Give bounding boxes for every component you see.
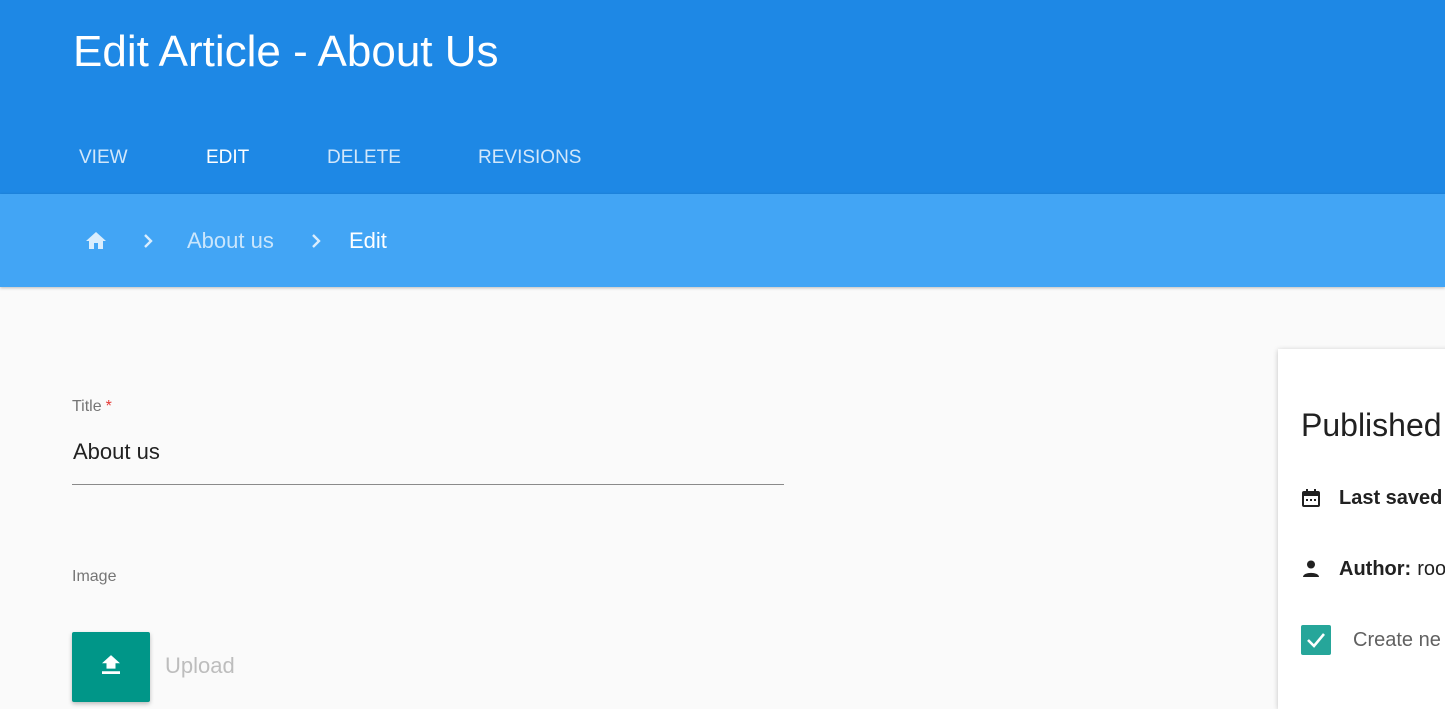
breadcrumb-item-about-us[interactable]: About us (187, 194, 274, 287)
author-label: Author: (1339, 557, 1412, 580)
breadcrumb-item-label[interactable]: About us (187, 228, 274, 254)
last-saved-label: Last saved (1339, 486, 1443, 509)
publish-card: Published Last saved Author: roo Create … (1278, 349, 1445, 709)
create-revision-checkbox[interactable] (1301, 625, 1331, 655)
breadcrumb-separator (139, 194, 159, 287)
image-label: Image (72, 568, 117, 585)
breadcrumb: About us Edit (0, 194, 1445, 287)
required-mark: * (105, 398, 112, 415)
author-value: roo (1417, 557, 1445, 580)
title-input[interactable] (72, 430, 784, 485)
tab-view[interactable]: VIEW (79, 146, 128, 170)
page-title: Edit Article - About Us (73, 27, 499, 76)
chevron-right-icon (312, 233, 321, 248)
tab-revisions[interactable]: REVISIONS (478, 146, 581, 170)
title-label: Title * (72, 398, 112, 416)
page-header: Edit Article - About Us VIEW EDIT DELETE… (0, 0, 1445, 194)
author-row: Author: roo (1301, 557, 1445, 581)
breadcrumb-separator (307, 194, 327, 287)
title-label-text: Title (72, 398, 102, 415)
upload-icon (102, 655, 120, 674)
upload-label: Upload (165, 653, 235, 678)
upload-button[interactable] (72, 632, 150, 702)
create-revision-label: Create ne (1353, 629, 1441, 651)
last-saved-row: Last saved (1301, 486, 1442, 510)
person-icon (1301, 559, 1321, 579)
card-title: Published (1301, 407, 1442, 443)
home-icon (86, 231, 106, 249)
tab-delete[interactable]: DELETE (327, 146, 401, 170)
breadcrumb-item-edit: Edit (349, 194, 387, 287)
breadcrumb-current-label: Edit (349, 227, 387, 253)
checkmark-icon (1307, 633, 1325, 648)
breadcrumb-home[interactable] (84, 194, 108, 287)
chevron-right-icon (144, 233, 153, 248)
tab-edit[interactable]: EDIT (206, 146, 249, 170)
calendar-icon (1301, 488, 1321, 508)
